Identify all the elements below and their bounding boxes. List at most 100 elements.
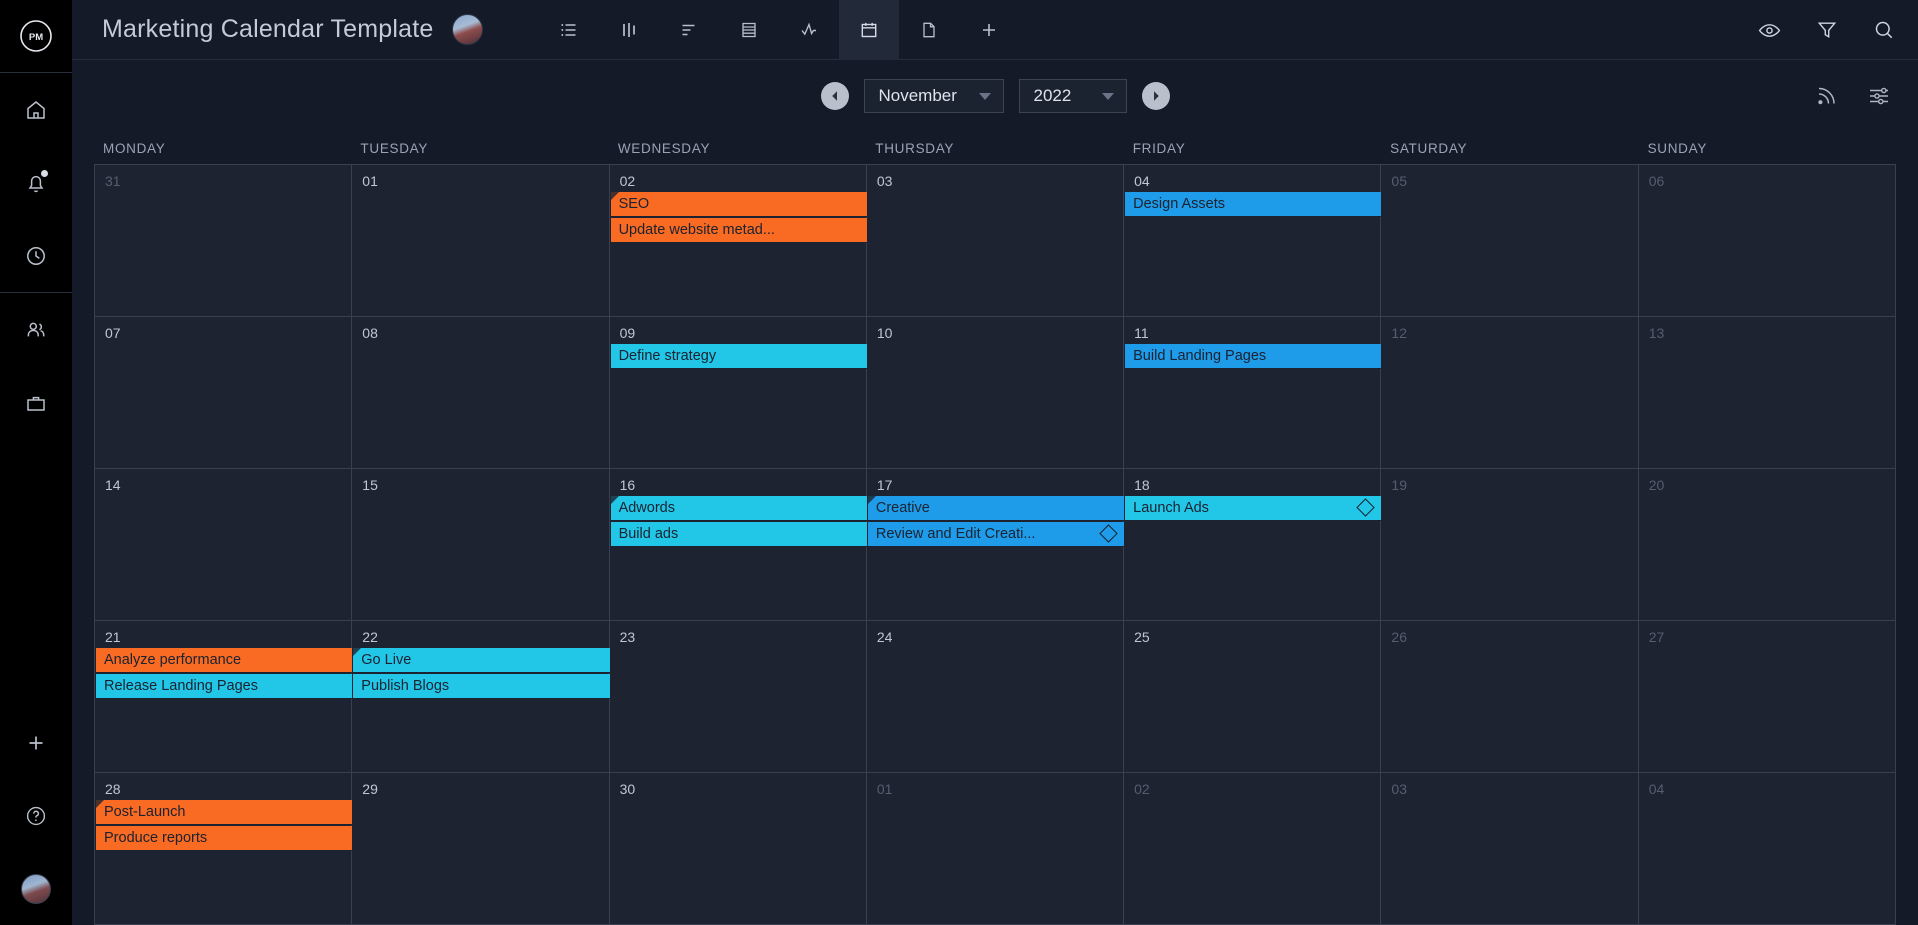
parent-task-corner-icon: [868, 496, 876, 504]
avatar: [21, 874, 51, 904]
calendar-day-cell[interactable]: 15: [352, 469, 609, 621]
calendar-event[interactable]: SEO: [611, 192, 867, 217]
calendar-event[interactable]: Launch Ads: [1125, 496, 1381, 521]
calendar-day-cell[interactable]: 02: [1124, 773, 1381, 925]
milestone-diamond-icon: [1099, 524, 1117, 542]
day-number: 14: [105, 477, 121, 493]
calendar-event[interactable]: Analyze performance: [96, 648, 352, 673]
calendar-day-cell[interactable]: 19: [1381, 469, 1638, 621]
search-button[interactable]: [1872, 18, 1896, 42]
workload-icon: [798, 19, 820, 41]
page-icon: [918, 19, 940, 41]
calendar-day-cell[interactable]: 04: [1639, 773, 1896, 925]
settings-icon: [1866, 83, 1892, 109]
parent-task-corner-icon: [611, 496, 619, 504]
calendar-event[interactable]: Creative: [868, 496, 1124, 521]
event-label: Review and Edit Creati...: [876, 526, 1036, 542]
event-label: Build ads: [619, 526, 679, 542]
day-number: 06: [1649, 173, 1665, 189]
sidebar-item-timesheets[interactable]: [0, 219, 72, 292]
top-bar: Marketing Calendar Template: [72, 0, 1918, 60]
calendar-event[interactable]: Go Live: [353, 648, 609, 673]
calendar-event[interactable]: Release Landing Pages: [96, 674, 352, 699]
event-label: Define strategy: [619, 348, 717, 364]
calendar-day-cell[interactable]: 11: [1124, 317, 1381, 469]
calendar-day-cell[interactable]: 12: [1381, 317, 1638, 469]
calendar-day-cell[interactable]: 23: [610, 621, 867, 773]
calendar-day-cell[interactable]: 09: [610, 317, 867, 469]
project-owner-avatar[interactable]: [452, 14, 483, 45]
calendar-day-cell[interactable]: 30: [610, 773, 867, 925]
tab-list[interactable]: [539, 0, 599, 60]
calendar-event[interactable]: Adwords: [611, 496, 867, 521]
prev-month-button[interactable]: [821, 82, 849, 110]
tab-sheet[interactable]: [719, 0, 779, 60]
sidebar-item-home[interactable]: [0, 73, 72, 146]
calendar-day-cell[interactable]: 01: [352, 165, 609, 317]
rail-help-button[interactable]: [0, 779, 72, 852]
activity-feed-button[interactable]: [1814, 83, 1840, 109]
sidebar-item-team[interactable]: [0, 293, 72, 366]
calendar-event[interactable]: Update website metad...: [611, 218, 867, 243]
month-select[interactable]: November: [864, 79, 1004, 113]
event-label: SEO: [619, 196, 650, 212]
day-number: 12: [1391, 325, 1407, 341]
tab-pages[interactable]: [899, 0, 959, 60]
tab-board[interactable]: [599, 0, 659, 60]
calendar-day-cell[interactable]: 24: [867, 621, 1124, 773]
day-number: 15: [362, 477, 378, 493]
briefcase-icon: [24, 391, 48, 415]
left-nav-rail: PM: [0, 0, 72, 925]
calendar-day-cell[interactable]: 14: [95, 469, 352, 621]
calendar-day-cell[interactable]: 07: [95, 317, 352, 469]
calendar-event[interactable]: Build ads: [611, 522, 867, 547]
calendar-day-cell[interactable]: 18: [1124, 469, 1381, 621]
calendar-event[interactable]: Produce reports: [96, 826, 352, 851]
gantt-icon: [678, 19, 700, 41]
calendar-day-cell[interactable]: 20: [1639, 469, 1896, 621]
calendar-event[interactable]: Design Assets: [1125, 192, 1381, 217]
chevron-left-icon: [828, 89, 842, 103]
calendar-event[interactable]: Define strategy: [611, 344, 867, 369]
visibility-button[interactable]: [1757, 18, 1782, 43]
tab-add-view[interactable]: [959, 0, 1019, 60]
search-icon: [1872, 18, 1896, 42]
parent-task-corner-icon: [353, 648, 361, 656]
rail-add-button[interactable]: [0, 706, 72, 779]
calendar-event[interactable]: Publish Blogs: [353, 674, 609, 699]
main-area: Marketing Calendar Template: [72, 0, 1918, 925]
calendar-day-cell[interactable]: 25: [1124, 621, 1381, 773]
calendar-day-cell[interactable]: 06: [1639, 165, 1896, 317]
calendar-day-cell[interactable]: 01: [867, 773, 1124, 925]
calendar-day-cell[interactable]: 31: [95, 165, 352, 317]
calendar-day-cell[interactable]: 29: [352, 773, 609, 925]
calendar-event[interactable]: Build Landing Pages: [1125, 344, 1381, 369]
day-number: 03: [1391, 781, 1407, 797]
chevron-right-icon: [1149, 89, 1163, 103]
sidebar-item-notifications[interactable]: [0, 146, 72, 219]
calendar-day-cell[interactable]: 10: [867, 317, 1124, 469]
calendar-day-cell[interactable]: 13: [1639, 317, 1896, 469]
board-icon: [618, 19, 640, 41]
filter-button[interactable]: [1815, 18, 1839, 42]
sidebar-item-projects[interactable]: [0, 366, 72, 439]
calendar-day-cell[interactable]: 05: [1381, 165, 1638, 317]
calendar-day-cell[interactable]: 08: [352, 317, 609, 469]
calendar-settings-button[interactable]: [1866, 83, 1892, 109]
app-logo[interactable]: PM: [0, 0, 72, 72]
calendar-event[interactable]: Post-Launch: [96, 800, 352, 825]
next-month-button[interactable]: [1142, 82, 1170, 110]
calendar-day-cell[interactable]: 03: [867, 165, 1124, 317]
calendar-event[interactable]: Review and Edit Creati...: [868, 522, 1124, 547]
calendar-day-cell[interactable]: 26: [1381, 621, 1638, 773]
year-select[interactable]: 2022: [1019, 79, 1127, 113]
rail-account-avatar[interactable]: [0, 852, 72, 925]
tab-workload[interactable]: [779, 0, 839, 60]
tab-gantt[interactable]: [659, 0, 719, 60]
day-number: 19: [1391, 477, 1407, 493]
event-label: Creative: [876, 500, 930, 516]
tab-calendar[interactable]: [839, 0, 899, 60]
calendar-day-cell[interactable]: 03: [1381, 773, 1638, 925]
calendar-day-cell[interactable]: 27: [1639, 621, 1896, 773]
calendar-day-cell[interactable]: 04: [1124, 165, 1381, 317]
